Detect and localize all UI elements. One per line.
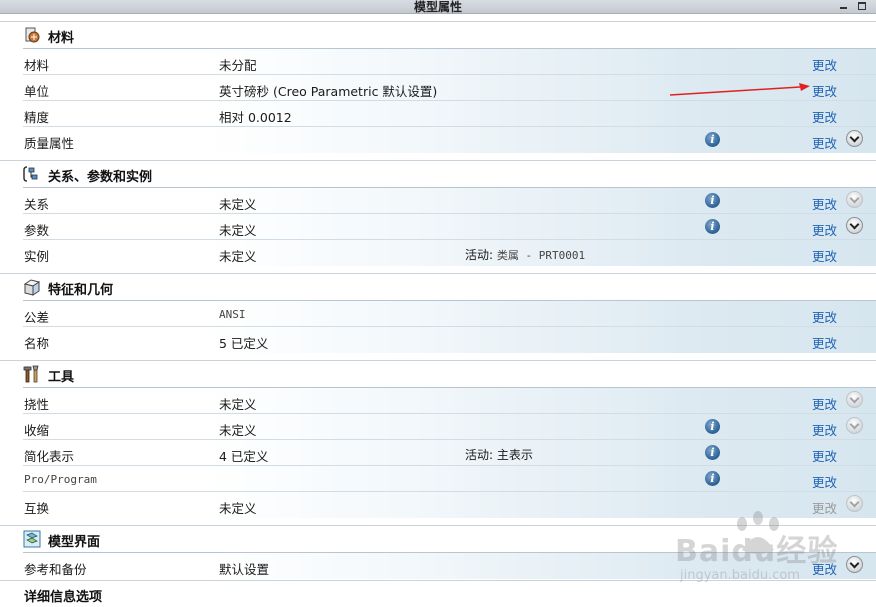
property-value: 未定义: [219, 223, 257, 238]
property-row-mass-properties: 质量属性 i 更改: [23, 126, 876, 153]
section-title: 详细信息选项: [24, 590, 103, 605]
property-label: Pro/Program: [24, 473, 97, 486]
section-tools: 工具: [0, 360, 876, 387]
property-value: 未定义: [219, 197, 257, 212]
info-icon[interactable]: i: [705, 471, 720, 486]
change-interchange-link[interactable]: 更改: [812, 498, 837, 517]
change-relations-link[interactable]: 更改: [812, 194, 837, 213]
property-row-interchange: 互换 未定义 更改: [23, 491, 876, 518]
property-value: 未定义: [219, 423, 257, 438]
section-title: 模型界面: [48, 535, 101, 550]
change-mass-properties-link[interactable]: 更改: [812, 133, 837, 152]
property-row-pro-program: Pro/Program i 更改: [23, 465, 876, 492]
property-value: 4 已定义: [219, 449, 269, 464]
section-title: 特征和几何: [48, 283, 114, 298]
property-label: 互换: [24, 501, 50, 516]
property-row-flexibility: 挠性 未定义 更改: [23, 387, 876, 414]
active-value: 活动: 类属 - PRT0001: [465, 248, 586, 262]
change-parameters-link[interactable]: 更改: [812, 220, 837, 239]
section-features-geometry: 特征和几何: [0, 273, 876, 300]
maximize-icon[interactable]: [857, 1, 867, 11]
section-detail-options: 详细信息选项: [0, 580, 876, 607]
change-shrinkage-link[interactable]: 更改: [812, 420, 837, 439]
property-value: 默认设置: [219, 562, 270, 577]
change-units-link[interactable]: 更改: [812, 81, 837, 100]
property-row-tolerance: 公差 ANSI 更改: [23, 300, 876, 327]
change-instances-link[interactable]: 更改: [812, 246, 837, 265]
section-model-interface: 模型界面: [0, 525, 876, 552]
property-row-references-backup: 参考和备份 默认设置 更改: [23, 552, 876, 579]
property-label: 挠性: [24, 397, 50, 412]
material-icon: [25, 27, 40, 43]
property-value: 5 已定义: [219, 336, 269, 351]
property-label: 收缩: [24, 423, 50, 438]
property-row-material: 材料 未分配 更改: [23, 48, 876, 75]
info-icon[interactable]: i: [705, 419, 720, 434]
property-value: ANSI: [219, 308, 246, 321]
change-references-link[interactable]: 更改: [812, 559, 837, 578]
expand-chevron-icon[interactable]: [846, 130, 863, 147]
property-label: 材料: [24, 58, 50, 73]
info-icon[interactable]: i: [705, 193, 720, 208]
section-relations-parameters: 关系、参数和实例: [0, 160, 876, 187]
window-titlebar: 模型属性: [0, 0, 876, 14]
info-icon[interactable]: i: [705, 445, 720, 460]
change-simplified-reps-link[interactable]: 更改: [812, 446, 837, 465]
property-row-shrinkage: 收缩 未定义 i 更改: [23, 413, 876, 440]
property-label: 公差: [24, 310, 50, 325]
annotation-arrow-icon: [669, 83, 810, 96]
change-names-link[interactable]: 更改: [812, 333, 837, 352]
expand-chevron-icon[interactable]: [846, 391, 863, 408]
property-label: 参数: [24, 223, 50, 238]
section-title: 关系、参数和实例: [48, 170, 153, 185]
section-material: 材料: [0, 21, 876, 48]
property-value: 英寸磅秒 (Creo Parametric 默认设置): [219, 84, 438, 99]
property-row-relations: 关系 未定义 i 更改: [23, 187, 876, 214]
property-row-instances: 实例 未定义 活动: 类属 - PRT0001 更改: [23, 239, 876, 266]
property-label: 精度: [24, 110, 50, 125]
section-title: 材料: [48, 31, 75, 46]
change-material-link[interactable]: 更改: [812, 55, 837, 74]
window-title: 模型属性: [413, 0, 462, 14]
section-title: 工具: [48, 370, 75, 385]
change-tolerance-link[interactable]: 更改: [812, 307, 837, 326]
property-label: 名称: [24, 336, 50, 351]
property-value: 未分配: [219, 58, 257, 73]
feature-geometry-icon: [23, 279, 41, 296]
change-accuracy-link[interactable]: 更改: [812, 107, 837, 126]
property-row-names: 名称 5 已定义 更改: [23, 326, 876, 353]
property-label: 单位: [24, 84, 50, 99]
property-label: 关系: [24, 197, 50, 212]
property-value: 相对 0.0012: [219, 110, 292, 125]
property-row-simplified-reps: 简化表示 4 已定义 活动: 主表示 i 更改: [23, 439, 876, 466]
info-icon[interactable]: i: [705, 219, 720, 234]
property-value: 未定义: [219, 249, 257, 264]
property-label: 简化表示: [24, 449, 75, 464]
property-value: 未定义: [219, 501, 257, 516]
relations-icon: [23, 166, 38, 182]
property-label: 实例: [24, 249, 50, 264]
expand-chevron-icon[interactable]: [846, 217, 863, 234]
property-row-accuracy: 精度 相对 0.0012 更改: [23, 100, 876, 127]
info-icon[interactable]: i: [705, 132, 720, 147]
model-interface-icon: [23, 530, 41, 548]
expand-chevron-icon[interactable]: [846, 417, 863, 434]
expand-chevron-icon[interactable]: [846, 495, 863, 512]
active-value: 活动: 主表示: [465, 448, 533, 462]
property-value: 未定义: [219, 397, 257, 412]
expand-chevron-icon[interactable]: [846, 191, 863, 208]
property-label: 质量属性: [24, 136, 75, 151]
property-label: 参考和备份: [24, 562, 87, 577]
change-flexibility-link[interactable]: 更改: [812, 394, 837, 413]
minimize-icon[interactable]: [838, 1, 848, 11]
expand-chevron-icon[interactable]: [846, 556, 863, 573]
change-pro-program-link[interactable]: 更改: [812, 472, 837, 491]
tools-icon: [23, 365, 39, 383]
property-row-parameters: 参数 未定义 i 更改: [23, 213, 876, 240]
